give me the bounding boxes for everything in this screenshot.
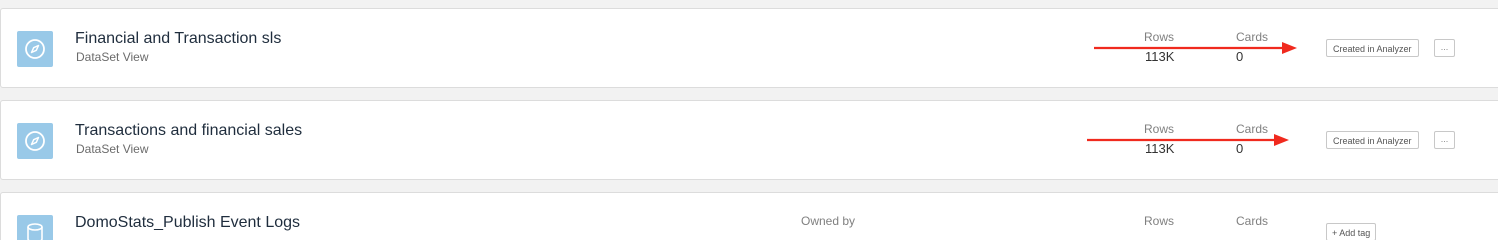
compass-icon: [17, 123, 53, 159]
cards-label: Cards: [1236, 122, 1269, 136]
dataset-row[interactable]: Transactions and financial sales DataSet…: [0, 100, 1498, 180]
tag-created-in-analyzer[interactable]: Created in Analyzer: [1326, 131, 1419, 149]
rows-value: 113K: [1145, 141, 1175, 156]
compass-icon: [17, 31, 53, 67]
tag-created-in-analyzer[interactable]: Created in Analyzer: [1326, 39, 1419, 57]
dataset-row[interactable]: DomoStats_Publish Event Logs Owned by Ro…: [0, 192, 1498, 240]
database-icon: [17, 215, 53, 240]
dataset-list: Financial and Transaction sls DataSet Vi…: [0, 0, 1498, 240]
dataset-type: DataSet View: [76, 50, 149, 64]
add-tag-button[interactable]: + Add tag: [1326, 223, 1377, 240]
dataset-row[interactable]: Financial and Transaction sls DataSet Vi…: [0, 8, 1498, 88]
rows-label: Rows: [1144, 30, 1175, 44]
owned-by-label: Owned by: [801, 214, 856, 228]
dataset-title[interactable]: Transactions and financial sales: [75, 122, 302, 140]
cards-label: Cards: [1236, 214, 1269, 228]
dataset-title[interactable]: Financial and Transaction sls: [75, 30, 281, 48]
more-options-button[interactable]: ...: [1434, 39, 1455, 57]
rows-label: Rows: [1144, 122, 1175, 136]
more-options-button[interactable]: ...: [1434, 131, 1455, 149]
cards-value: 0: [1236, 49, 1244, 64]
dataset-type: DataSet View: [76, 142, 149, 156]
rows-label: Rows: [1144, 214, 1175, 228]
cards-value: 0: [1236, 141, 1244, 156]
cards-label: Cards: [1236, 30, 1269, 44]
rows-value: 113K: [1145, 49, 1175, 64]
dataset-title[interactable]: DomoStats_Publish Event Logs: [75, 214, 300, 232]
